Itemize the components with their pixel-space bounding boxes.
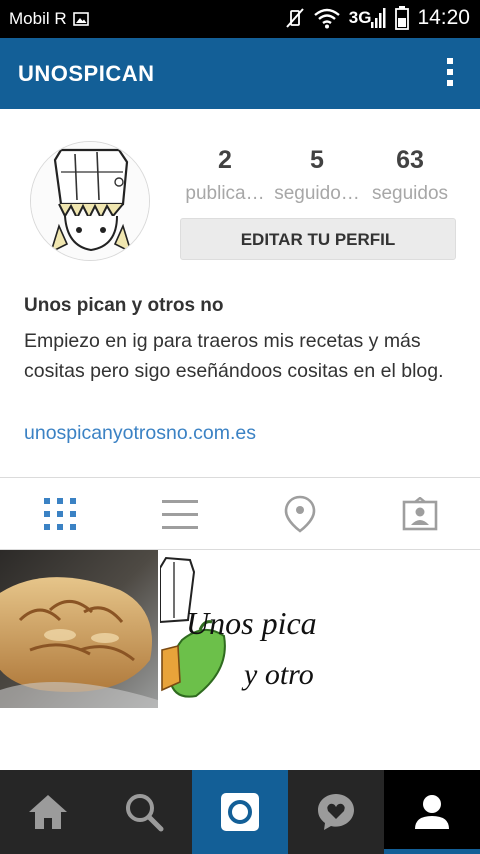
signal-icon: [371, 8, 386, 28]
status-bar: Mobil R 3G 14:20: [0, 0, 480, 38]
stat-following-value: 63: [396, 146, 424, 174]
stat-followers[interactable]: 5 seguido…: [271, 146, 363, 205]
chef-illustration: [31, 142, 149, 260]
profile-website-link[interactable]: unospicanyotrosno.com.es: [24, 422, 256, 445]
nav-activity[interactable]: [288, 770, 384, 854]
nav-search[interactable]: [96, 770, 192, 854]
logo-image: Unos pica y otro: [160, 550, 318, 708]
profile-icon: [415, 795, 449, 829]
stat-followers-label: seguido…: [274, 183, 360, 204]
tab-map[interactable]: [240, 478, 360, 549]
profile-view-tabs: [0, 477, 480, 550]
bottom-navigation: [0, 770, 480, 854]
app-bar: UNOSPICAN: [0, 38, 480, 109]
activity-heart-icon: [318, 794, 354, 830]
image-notification-icon: [72, 12, 89, 26]
food-photo: [0, 550, 158, 708]
logo-text-line1: Unos pica: [186, 605, 317, 641]
overflow-menu-icon[interactable]: [446, 58, 454, 90]
stat-following[interactable]: 63 seguidos: [364, 146, 456, 205]
stat-posts[interactable]: 2 publica…: [179, 146, 271, 205]
stat-following-label: seguidos: [371, 183, 449, 204]
search-icon: [126, 794, 164, 832]
tab-grid[interactable]: [0, 478, 120, 549]
post-thumbnail[interactable]: [0, 550, 158, 708]
vibrate-muted-icon: [286, 8, 304, 28]
camera-icon: [221, 793, 259, 831]
stat-followers-value: 5: [310, 146, 324, 174]
edit-profile-button[interactable]: EDITAR TU PERFIL: [180, 218, 456, 260]
profile-bio: Empiezo en ig para traeros mis recetas y…: [24, 330, 444, 382]
clock: 14:20: [417, 6, 470, 29]
post-thumbnail[interactable]: Unos pica y otro: [160, 550, 318, 708]
home-icon: [29, 795, 67, 829]
status-left: Mobil R: [9, 9, 89, 29]
list-icon: [162, 499, 198, 529]
nav-camera[interactable]: [192, 770, 288, 854]
logo-text-line2: y otro: [241, 658, 314, 691]
battery-icon: [395, 6, 410, 30]
profile-name: Unos pican y otros no: [24, 295, 224, 316]
nav-home[interactable]: [0, 770, 96, 854]
tagged-icon: [402, 496, 438, 530]
username-title: UNOSPICAN: [18, 61, 155, 86]
wifi-icon: [313, 8, 340, 29]
network-type: 3G: [348, 8, 372, 27]
status-right: 3G 14:20: [285, 6, 470, 30]
carrier-name: Mobil R: [9, 9, 67, 28]
stat-posts-value: 2: [218, 146, 232, 174]
tab-list[interactable]: [120, 478, 240, 549]
nav-profile[interactable]: [384, 770, 480, 854]
tab-tagged[interactable]: [360, 478, 480, 549]
location-pin-icon: [284, 495, 316, 533]
stat-posts-label: publica…: [185, 183, 265, 204]
grid-icon: [44, 497, 76, 530]
avatar[interactable]: [30, 141, 150, 261]
